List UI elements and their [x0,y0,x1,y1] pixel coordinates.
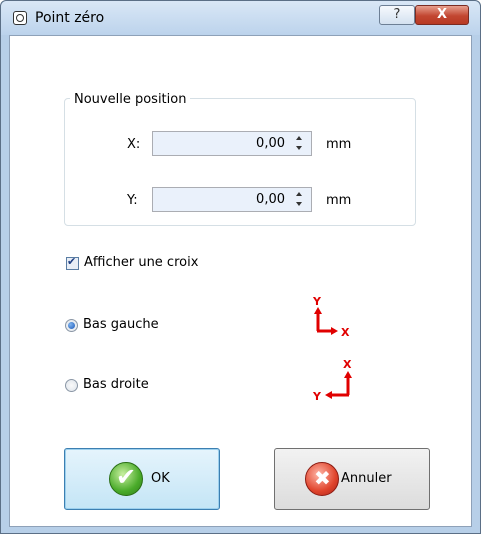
radio-bottom-left[interactable] [65,319,78,332]
axis-bl-y-label: Y [312,295,322,308]
group-title: Nouvelle position [70,92,191,107]
cancel-label: Annuler [341,471,392,486]
axis-bottom-right-icon: X Y [312,358,352,403]
y-input[interactable]: 0,00 [152,187,312,212]
radio-bottom-right[interactable] [65,379,78,392]
help-button[interactable]: ? [379,5,415,25]
cancel-icon [305,462,339,496]
bottom-right-label[interactable]: Bas droite [83,377,149,392]
axis-bottom-left-icon: Y X [312,295,350,339]
dialog-content: Nouvelle position X: 0,00 mm Y: 0,00 mm … [9,35,472,527]
ok-button[interactable]: OK [64,448,220,510]
show-cross-checkbox[interactable] [66,255,79,270]
x-spinner-icon[interactable] [295,134,305,153]
show-cross-label[interactable]: Afficher une croix [84,255,198,270]
bottom-left-label[interactable]: Bas gauche [83,317,159,332]
y-label: Y: [127,193,138,208]
y-unit: mm [326,193,352,208]
axis-bl-x-label: X [341,326,350,339]
x-input[interactable]: 0,00 [152,131,312,156]
axis-br-x-label: X [343,358,352,371]
axis-br-y-label: Y [312,390,322,403]
x-unit: mm [326,137,352,152]
ok-label: OK [151,471,170,486]
window-title: Point zéro [35,10,105,26]
app-icon [13,11,27,25]
cancel-button[interactable]: Annuler [274,448,430,510]
x-value: 0,00 [256,136,285,151]
title-bar[interactable]: Point zéro ? X [1,1,480,35]
x-label: X: [127,137,141,152]
dialog-window: Point zéro ? X Nouvelle position X: 0,00… [0,0,481,534]
y-spinner-icon[interactable] [295,190,305,209]
close-button[interactable]: X [415,5,469,25]
check-icon [109,462,143,496]
y-value: 0,00 [256,192,285,207]
